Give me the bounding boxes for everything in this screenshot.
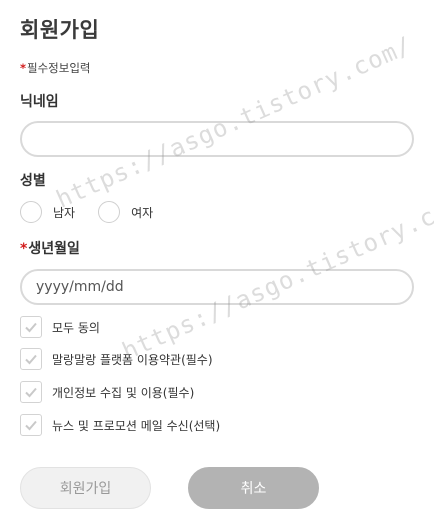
check-icon [25, 387, 37, 398]
birthdate-label: *생년월일 [20, 238, 80, 258]
required-mark: * [20, 61, 27, 75]
agree-marketing-label: 뉴스 및 프로모션 메일 수신(선택) [52, 418, 221, 433]
gender-male-label: 남자 [53, 205, 76, 220]
agree-terms-checkbox[interactable] [20, 348, 42, 370]
agree-marketing-checkbox[interactable] [20, 414, 42, 436]
check-icon [25, 322, 37, 333]
check-icon [25, 420, 37, 431]
birthdate-input[interactable] [20, 269, 414, 305]
agree-privacy-row[interactable]: 개인정보 수집 및 이용(필수) [20, 381, 194, 403]
gender-male-radio[interactable] [20, 201, 42, 223]
required-info-text: 필수정보입력 [27, 61, 91, 75]
agree-privacy-checkbox[interactable] [20, 381, 42, 403]
required-info-note: *필수정보입력 [20, 60, 91, 76]
cancel-button[interactable]: 취소 [188, 467, 319, 509]
agree-all-label: 모두 동의 [52, 320, 100, 335]
agree-privacy-label: 개인정보 수집 및 이용(필수) [52, 385, 195, 400]
check-icon [25, 354, 37, 365]
page-title: 회원가입 [20, 18, 100, 42]
nickname-input[interactable] [20, 121, 414, 157]
signup-page: 회원가입 *필수정보입력 닉네임 성별 남자 여자 *생년월일 모두 동의 말랑… [0, 0, 434, 531]
gender-radio-group: 남자 여자 [20, 201, 153, 223]
agree-marketing-row[interactable]: 뉴스 및 프로모션 메일 수신(선택) [20, 414, 220, 436]
agree-all-checkbox[interactable] [20, 316, 42, 338]
gender-label: 성별 [20, 173, 46, 189]
agree-terms-row[interactable]: 말랑말랑 플랫폼 이용약관(필수) [20, 348, 213, 370]
nickname-label: 닉네임 [20, 94, 59, 110]
gender-female-radio[interactable] [98, 201, 121, 223]
gender-female-label: 여자 [131, 205, 154, 220]
birthdate-label-text: 생년월일 [28, 241, 80, 257]
agree-all-row[interactable]: 모두 동의 [20, 316, 100, 338]
required-mark: * [20, 241, 28, 257]
signup-button[interactable]: 회원가입 [20, 467, 151, 509]
agree-terms-label: 말랑말랑 플랫폼 이용약관(필수) [52, 352, 213, 367]
